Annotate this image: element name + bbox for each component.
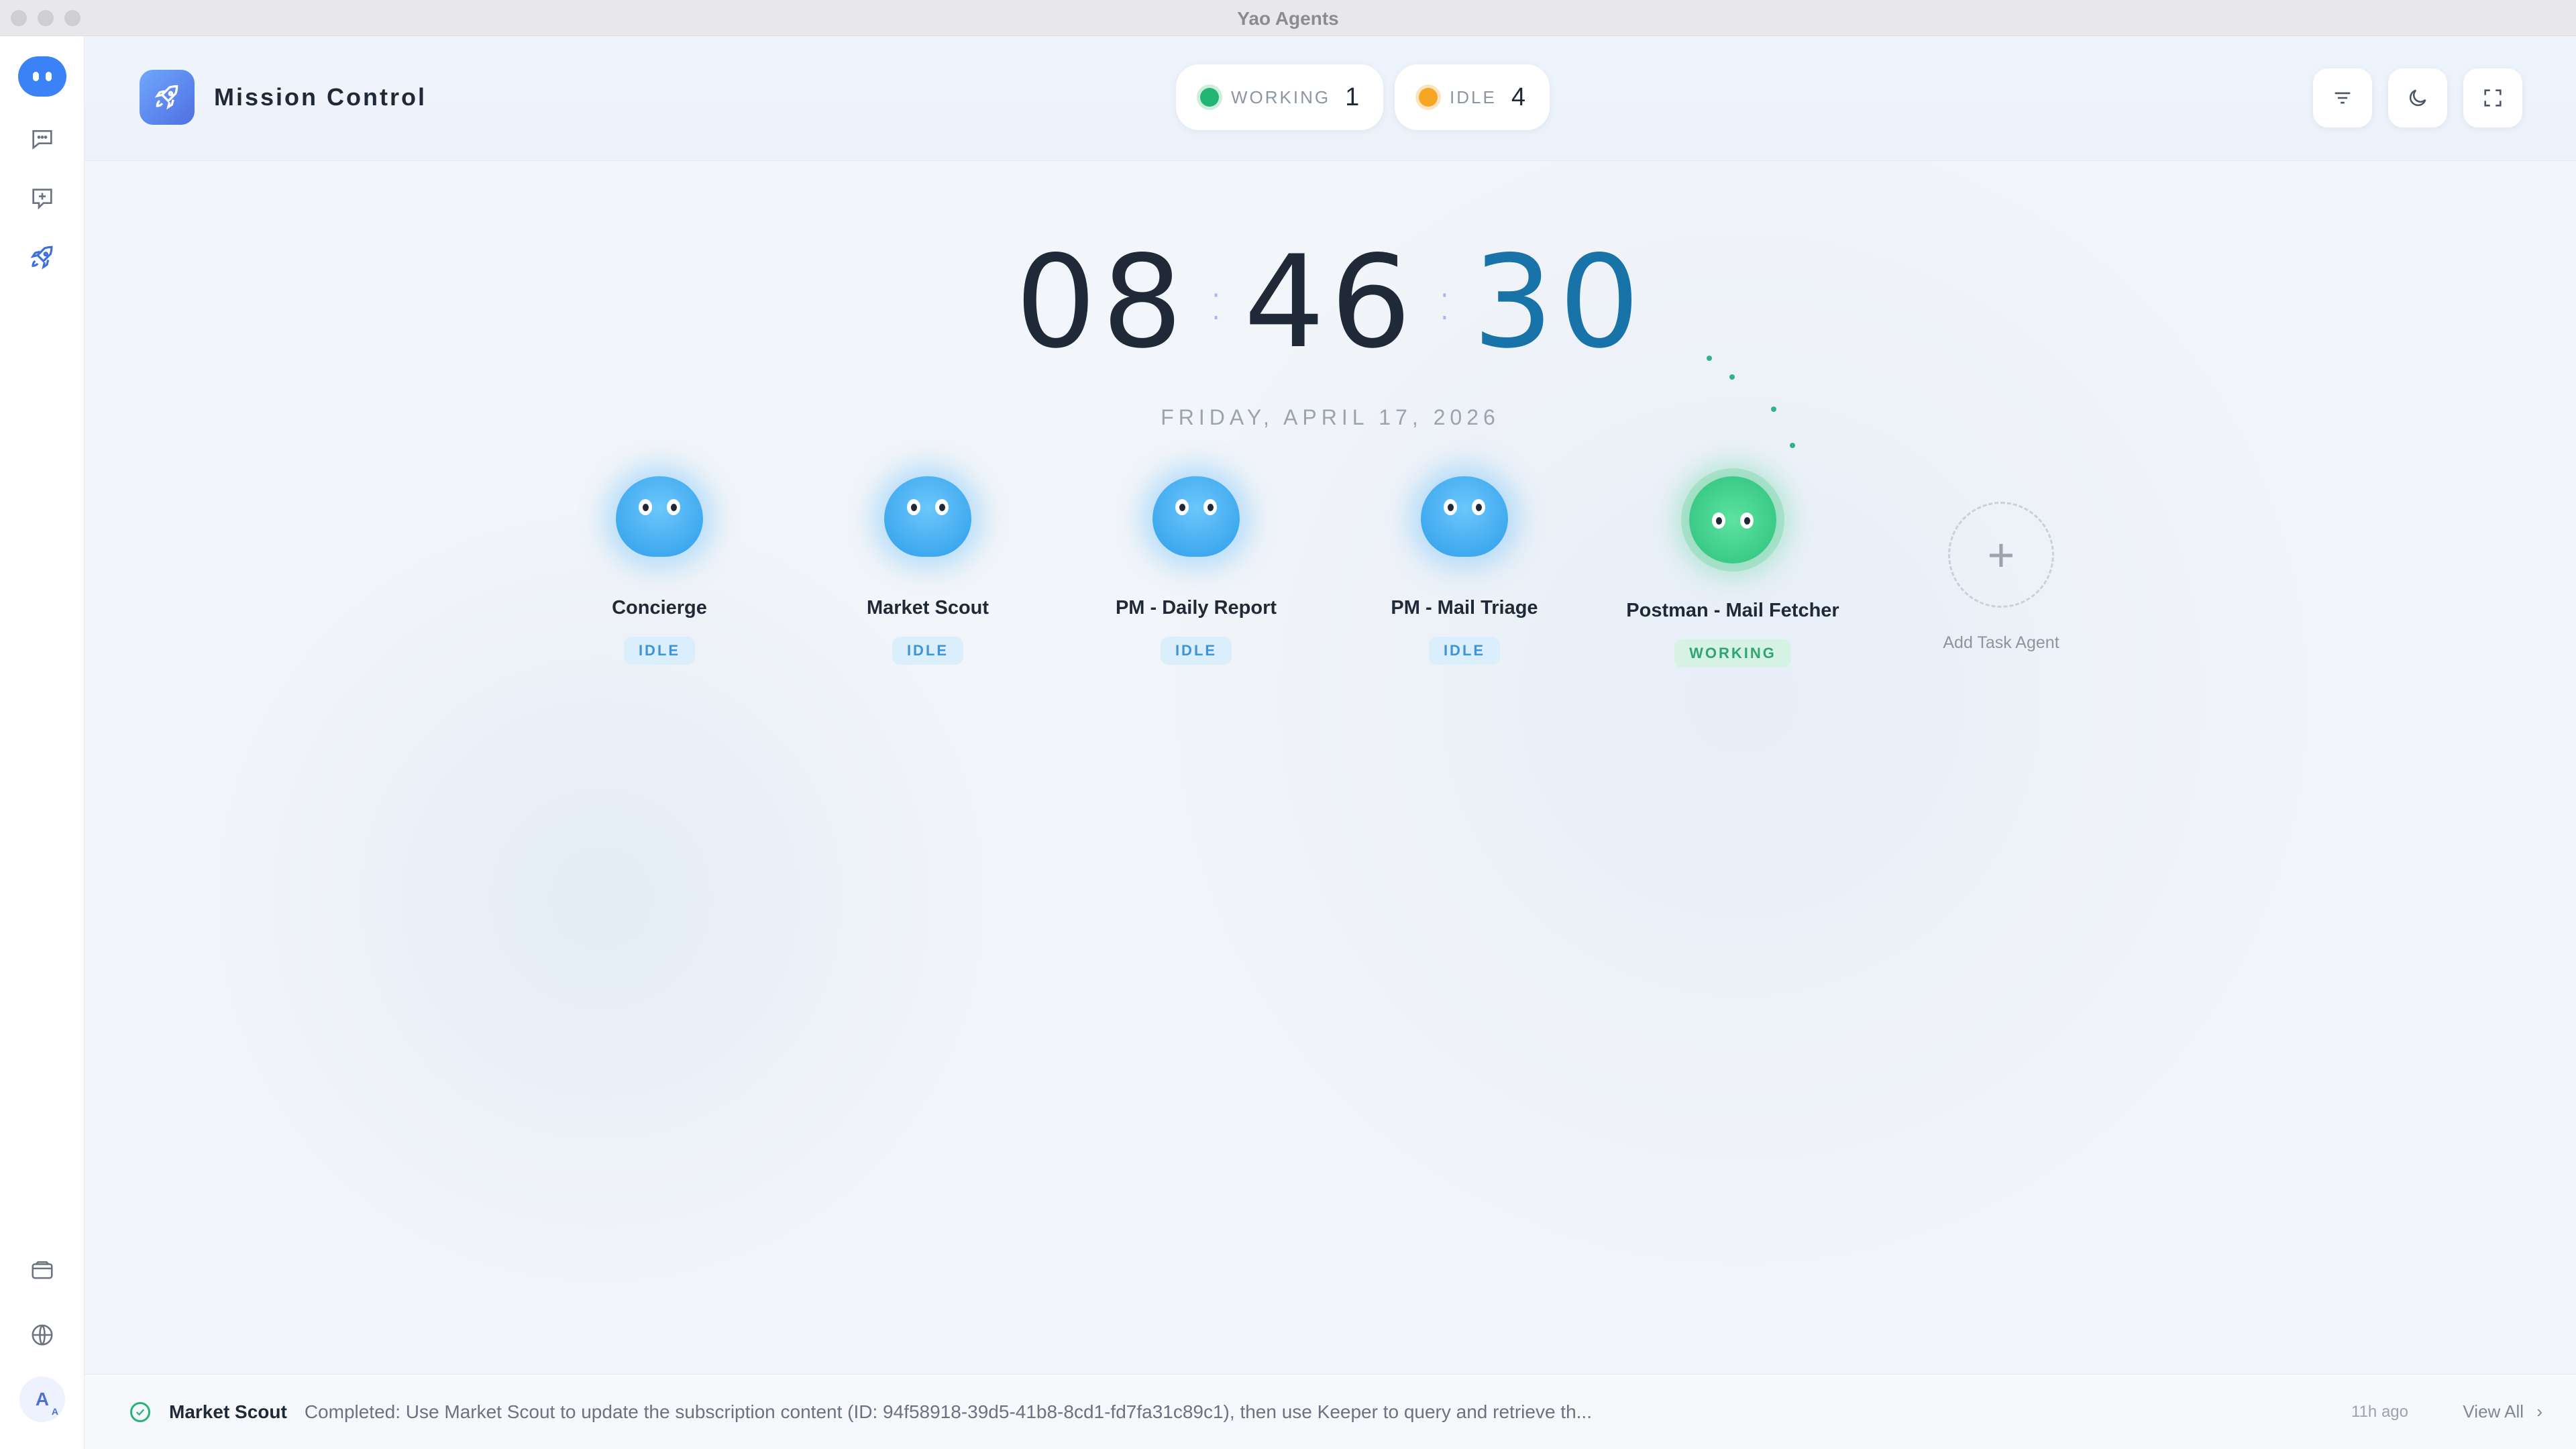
header: Mission Control WORKING 1 IDLE 4 [85,36,2576,161]
agent-status-badge: IDLE [892,637,964,665]
agent-card[interactable]: Concierge IDLE [525,476,794,665]
agent-eye [1472,499,1485,515]
agent-status-badge: IDLE [1160,637,1232,665]
working-dot [1200,88,1219,107]
agent-status-badge: IDLE [1428,637,1501,665]
agent-avatar [1689,476,1776,564]
moon-icon [2409,89,2426,107]
agent-card[interactable]: PM - Daily Report IDLE [1062,476,1330,665]
sidebar-item-mission-control[interactable] [21,236,64,279]
agent-eye [1712,513,1725,529]
sidebar-item-wallet[interactable] [21,1249,64,1292]
plus-icon: + [1948,502,2054,608]
app-logo-button[interactable] [18,56,66,97]
agent-name: Concierge [612,597,707,619]
agent-status-badge: WORKING [1674,639,1791,667]
agent-eye [667,499,680,515]
logo-eye-right [46,72,52,81]
agent-eye [1203,499,1217,515]
agent-avatar [884,476,971,557]
agent-name: Market Scout [866,597,989,619]
working-label: WORKING [1231,87,1331,107]
clock-minutes: 46 [1244,228,1417,376]
new-task-icon [32,189,52,210]
agent-avatar [616,476,703,557]
activity-agent: Market Scout [169,1401,287,1422]
view-all-link[interactable]: View All [2463,1401,2524,1422]
agent-name: PM - Mail Triage [1391,597,1538,619]
clock-hours: 08 [1015,228,1189,376]
agent-eye [639,499,652,515]
app-window: Yao Agents A A Mission Control WORKING 1… [0,0,2576,1449]
check-circle-icon [130,1401,150,1422]
agent-name: Postman - Mail Fetcher [1626,600,1839,621]
clock-seconds: 30 [1472,228,1646,376]
agent-eye [1740,513,1754,529]
idle-status-pill[interactable]: IDLE 4 [1395,64,1550,130]
agent-eye [935,499,949,515]
main-stage: 08:46:30 FRIDAY, APRIL 17, 2026 Concierg… [85,161,2576,1374]
globe-icon [32,1324,53,1346]
rocket-icon [154,85,178,110]
page-title: Mission Control [214,83,427,111]
activity-spark [1790,443,1795,448]
clock: 08:46:30 [85,228,2576,376]
title-bar: Yao Agents [0,0,2576,36]
clock-separator: : [1207,270,1226,332]
clock-separator: : [1435,270,1454,332]
agent-eye [1444,499,1457,515]
window-title: Yao Agents [1237,8,1339,29]
fullscreen-icon [2484,89,2502,107]
activity-footer: Market Scout Completed: Use Market Scout… [85,1374,2576,1449]
add-task-agent-button[interactable]: + Add Task Agent [1867,502,2135,653]
agent-avatar [1421,476,1508,557]
chat-icon [32,130,52,150]
add-task-agent-label: Add Task Agent [1943,633,2059,652]
clock-date: FRIDAY, APRIL 17, 2026 [1161,405,1500,429]
rocket-icon [30,246,53,270]
logo-eye-left [33,72,39,81]
working-status-pill[interactable]: WORKING 1 [1176,64,1384,130]
activity-message[interactable]: Completed: Use Market Scout to update th… [305,1401,1592,1423]
sidebar-item-language[interactable] [21,1313,64,1356]
idle-count: 4 [1511,83,1525,111]
agent-eye [1175,499,1189,515]
sidebar-item-new-task[interactable] [21,177,64,220]
avatar-sub-initial: A [51,1406,58,1417]
agent-card[interactable]: PM - Mail Triage IDLE [1330,476,1599,665]
activity-spark [1771,407,1776,412]
idle-label: IDLE [1450,87,1497,107]
activity-spark [1729,374,1735,380]
wallet-icon [32,1261,53,1279]
sidebar-item-chat[interactable] [21,117,64,160]
idle-dot [1419,88,1438,107]
user-avatar[interactable]: A A [19,1377,65,1422]
fullscreen-button[interactable] [2463,68,2522,127]
sidebar: A A [0,36,85,1449]
activity-spark [1707,356,1712,361]
agent-avatar [1152,476,1240,557]
filter-icon [2334,92,2351,104]
agent-card[interactable]: Market Scout IDLE [794,476,1062,665]
mission-control-logo [140,70,195,125]
agent-status-badge: IDLE [623,637,696,665]
theme-toggle-button[interactable] [2388,68,2447,127]
agent-name: PM - Daily Report [1115,597,1277,619]
agent-eye [907,499,920,515]
chevron-right-icon: › [2536,1401,2542,1421]
avatar-initial: A [35,1389,50,1409]
working-count: 1 [1345,83,1360,111]
filter-button[interactable] [2313,68,2372,127]
agent-card[interactable]: Postman - Mail Fetcher WORKING [1599,476,1867,667]
activity-time: 11h ago [2351,1402,2408,1421]
